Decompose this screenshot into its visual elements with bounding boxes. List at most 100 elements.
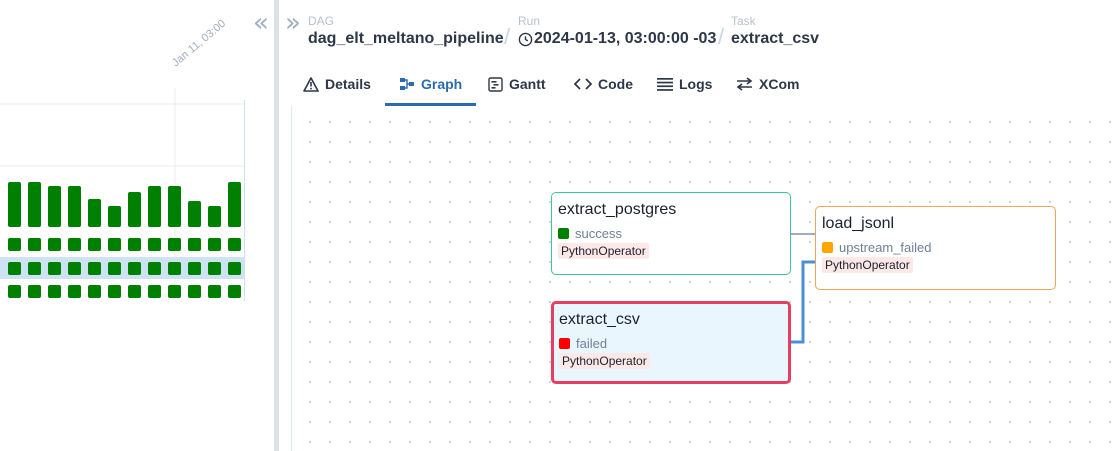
clock-icon (518, 32, 533, 46)
breadcrumb-dag-value[interactable]: dag_elt_meltano_pipeline (308, 30, 504, 48)
breadcrumb-dag[interactable]: DAG dag_elt_meltano_pipeline (308, 14, 504, 48)
node-extract-postgres[interactable]: extract_postgres success PythonOperator (551, 192, 791, 275)
collapse-left-icon[interactable]: « (253, 10, 269, 36)
run-bar[interactable] (188, 201, 201, 227)
tab-details-label: Details (325, 76, 371, 92)
node-load-jsonl[interactable]: load_jsonl upstream_failed PythonOperato… (815, 206, 1056, 290)
task-instance-square[interactable] (128, 238, 141, 251)
run-bar[interactable] (108, 206, 121, 227)
task-instance-square[interactable] (108, 262, 121, 275)
dag-runs-grid: Jan 11, 03:00 (0, 0, 245, 451)
code-icon (574, 78, 592, 90)
gantt-icon (488, 76, 503, 92)
task-instance-square[interactable] (168, 238, 181, 251)
node-title: extract_postgres (558, 201, 677, 218)
xcom-icon (736, 77, 753, 91)
run-bar[interactable] (88, 199, 101, 227)
task-instance-square[interactable] (108, 285, 121, 298)
node-status: upstream_failed (822, 240, 932, 255)
task-instance-square[interactable] (108, 238, 121, 251)
breadcrumb-separator: / (504, 24, 511, 49)
run-bar[interactable] (168, 186, 181, 227)
task-instance-square[interactable] (188, 238, 201, 251)
tab-logs-label: Logs (679, 76, 713, 92)
run-bar[interactable] (128, 192, 141, 227)
node-operator: PythonOperator (559, 353, 650, 369)
task-instance-square[interactable] (228, 285, 241, 298)
task-instance-square[interactable] (48, 285, 61, 298)
node-status-label: failed (576, 336, 608, 351)
task-tabs: Details Graph Gantt Code Logs XCom (291, 64, 1113, 108)
expand-right-icon[interactable]: » (285, 10, 301, 36)
breadcrumb-run-value-wrap[interactable]: 2024-01-13, 03:00:00 -03 (518, 30, 716, 48)
task-instance-square[interactable] (228, 238, 241, 251)
task-instance-square[interactable] (128, 262, 141, 275)
tab-graph[interactable]: Graph (385, 64, 477, 106)
tab-xcom[interactable]: XCom (736, 64, 799, 104)
node-operator: PythonOperator (558, 243, 649, 259)
graph-canvas[interactable]: extract_postgres success PythonOperator … (291, 106, 1113, 451)
node-status-label: upstream_failed (839, 240, 932, 255)
task-instance-square[interactable] (8, 238, 21, 251)
tab-code[interactable]: Code (574, 64, 633, 104)
task-instance-square[interactable] (28, 238, 41, 251)
task-instance-square[interactable] (188, 262, 201, 275)
run-bar[interactable] (228, 182, 241, 227)
task-instance-square[interactable] (228, 262, 241, 275)
grid-chart (0, 88, 245, 301)
tab-gantt-label: Gantt (509, 76, 546, 92)
breadcrumb-task-label: Task (731, 14, 756, 28)
task-instance-square[interactable] (148, 238, 161, 251)
run-bar[interactable] (8, 182, 21, 227)
breadcrumb-run-label: Run (518, 14, 541, 28)
node-status: success (558, 226, 622, 241)
task-instance-square[interactable] (208, 285, 221, 298)
task-instance-square[interactable] (208, 238, 221, 251)
warning-icon (303, 76, 319, 92)
run-bar[interactable] (208, 206, 221, 227)
task-instance-square[interactable] (88, 262, 101, 275)
tab-logs[interactable]: Logs (657, 64, 712, 104)
breadcrumb-run[interactable]: Run 2024-01-13, 03:00:00 -03 (518, 14, 716, 48)
status-square-icon (558, 228, 569, 239)
tab-graph-label: Graph (421, 75, 463, 92)
task-instance-square[interactable] (8, 262, 21, 275)
node-title: load_jsonl (822, 215, 895, 232)
task-instance-square[interactable] (88, 285, 101, 298)
breadcrumb-task[interactable]: Task extract_csv (731, 14, 819, 48)
task-instance-square[interactable] (28, 262, 41, 275)
tab-xcom-label: XCom (759, 76, 800, 92)
run-bar[interactable] (28, 182, 41, 227)
edge-extract-csv-load-jsonl (790, 260, 815, 344)
task-instance-square[interactable] (128, 285, 141, 298)
node-title: extract_csv (559, 311, 640, 328)
run-bar[interactable] (68, 186, 81, 227)
status-square-icon (559, 338, 570, 349)
task-instance-square[interactable] (68, 262, 81, 275)
run-bar[interactable] (148, 186, 161, 227)
task-instance-square[interactable] (28, 285, 41, 298)
tab-details[interactable]: Details (303, 64, 371, 104)
task-instance-square[interactable] (68, 285, 81, 298)
task-instance-square[interactable] (8, 285, 21, 298)
task-instance-square[interactable] (168, 262, 181, 275)
task-instance-square[interactable] (168, 285, 181, 298)
breadcrumb-task-value[interactable]: extract_csv (731, 30, 819, 48)
breadcrumb-run-value[interactable]: 2024-01-13, 03:00:00 -03 (534, 30, 716, 48)
pane-splitter[interactable] (274, 0, 279, 451)
task-instance-square[interactable] (208, 262, 221, 275)
breadcrumb-dag-label: DAG (308, 14, 335, 28)
task-instance-square[interactable] (68, 238, 81, 251)
node-operator: PythonOperator (822, 257, 913, 273)
run-bar[interactable] (48, 186, 61, 227)
node-extract-csv[interactable]: extract_csv failed PythonOperator (551, 301, 791, 384)
task-instance-square[interactable] (188, 285, 201, 298)
task-instance-square[interactable] (88, 238, 101, 251)
task-instance-square[interactable] (48, 238, 61, 251)
task-instance-square[interactable] (48, 262, 61, 275)
tab-gantt[interactable]: Gantt (488, 64, 546, 104)
task-instance-square[interactable] (148, 262, 161, 275)
task-instance-square[interactable] (148, 285, 161, 298)
node-status: failed (559, 336, 607, 351)
graph-icon (399, 77, 415, 91)
